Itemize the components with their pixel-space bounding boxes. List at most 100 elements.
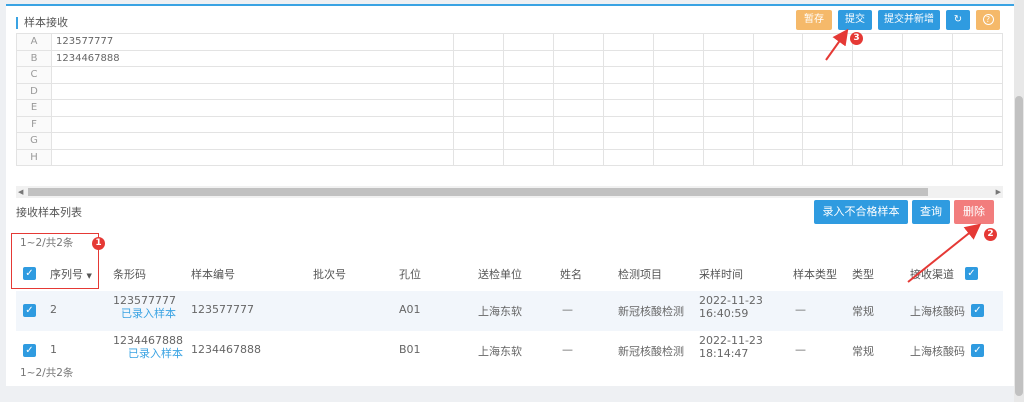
grid-cell[interactable] <box>752 82 804 100</box>
grid-cell[interactable] <box>702 148 754 166</box>
grid-cell[interactable] <box>752 66 804 84</box>
status-link[interactable]: 已录入样本 <box>113 347 183 360</box>
grid-cell[interactable]: 123577777 <box>50 33 455 51</box>
grid-cell[interactable] <box>952 82 1003 100</box>
grid-cell[interactable] <box>652 148 704 166</box>
grid-cell[interactable] <box>603 33 654 51</box>
grid-cell[interactable] <box>453 49 505 67</box>
grid-cell[interactable]: 1234467888 <box>50 49 455 67</box>
grid-cell[interactable] <box>603 148 654 166</box>
channel-checkbox[interactable]: ✓ <box>971 304 984 317</box>
grid-cell[interactable] <box>702 132 754 150</box>
grid-cell[interactable] <box>702 33 754 51</box>
refresh-button[interactable]: ↻ <box>946 10 970 30</box>
grid-cell[interactable] <box>852 82 904 100</box>
grid-row[interactable]: D <box>16 82 1003 100</box>
grid-cell[interactable] <box>553 99 604 117</box>
grid-cell[interactable] <box>50 132 455 150</box>
grid-cell[interactable] <box>503 66 555 84</box>
grid-cell[interactable] <box>902 49 954 67</box>
grid-cell[interactable] <box>50 115 455 133</box>
grid-cell[interactable] <box>553 148 604 166</box>
table-row[interactable]: ✓ 1 1234467888 已录入样本 1234467888 B01 上海东软 — 新冠核酸检… <box>16 331 1003 371</box>
grid-row[interactable]: B 1234467888 <box>16 49 1003 67</box>
unqualified-sample-button[interactable]: 录入不合格样本 <box>814 200 908 224</box>
grid-cell[interactable] <box>453 82 505 100</box>
grid-cell[interactable] <box>453 99 505 117</box>
grid-cell[interactable] <box>553 33 604 51</box>
grid-cell[interactable] <box>952 132 1003 150</box>
grid-cell[interactable] <box>503 82 555 100</box>
grid-cell[interactable] <box>503 115 555 133</box>
grid-cell[interactable] <box>802 99 854 117</box>
grid-cell[interactable] <box>902 82 954 100</box>
grid-cell[interactable] <box>603 132 654 150</box>
grid-cell[interactable] <box>652 33 704 51</box>
row-checkbox[interactable]: ✓ <box>23 344 36 357</box>
grid-cell[interactable] <box>902 132 954 150</box>
submit-and-new-button[interactable]: 提交并新增 <box>878 10 940 30</box>
grid-cell[interactable] <box>802 132 854 150</box>
grid-cell[interactable] <box>652 99 704 117</box>
grid-cell[interactable] <box>902 99 954 117</box>
status-link[interactable]: 已录入样本 <box>113 307 176 320</box>
grid-cell[interactable] <box>503 33 555 51</box>
grid-cell[interactable] <box>652 49 704 67</box>
grid-cell[interactable] <box>852 115 904 133</box>
grid-cell[interactable] <box>952 33 1003 51</box>
grid-cell[interactable] <box>952 115 1003 133</box>
grid-row[interactable]: C <box>16 66 1003 84</box>
grid-cell[interactable] <box>50 82 455 100</box>
row-checkbox[interactable]: ✓ <box>23 304 36 317</box>
sample-grid[interactable]: A 123577777 B 1234467888 C D E F G H <box>16 33 1003 166</box>
grid-cell[interactable] <box>553 132 604 150</box>
grid-cell[interactable] <box>50 66 455 84</box>
grid-cell[interactable] <box>603 66 654 84</box>
query-button[interactable]: 查询 <box>912 200 950 224</box>
grid-cell[interactable] <box>852 66 904 84</box>
grid-cell[interactable] <box>553 115 604 133</box>
grid-cell[interactable] <box>652 132 704 150</box>
grid-cell[interactable] <box>603 115 654 133</box>
grid-cell[interactable] <box>852 132 904 150</box>
grid-cell[interactable] <box>852 148 904 166</box>
grid-cell[interactable] <box>553 82 604 100</box>
grid-cell[interactable] <box>952 99 1003 117</box>
scroll-left-icon[interactable]: ◀ <box>18 186 23 198</box>
grid-cell[interactable] <box>603 49 654 67</box>
grid-cell[interactable] <box>752 115 804 133</box>
scrollbar-thumb[interactable] <box>1015 96 1023 396</box>
grid-cell[interactable] <box>453 66 505 84</box>
grid-cell[interactable] <box>603 82 654 100</box>
horizontal-scrollbar[interactable]: ◀ ▶ <box>16 186 1003 198</box>
grid-cell[interactable] <box>752 148 804 166</box>
grid-cell[interactable] <box>952 148 1003 166</box>
channel-checkbox[interactable]: ✓ <box>971 344 984 357</box>
grid-cell[interactable] <box>603 99 654 117</box>
grid-cell[interactable] <box>553 66 604 84</box>
grid-cell[interactable] <box>702 115 754 133</box>
grid-cell[interactable] <box>952 66 1003 84</box>
grid-cell[interactable] <box>50 99 455 117</box>
grid-cell[interactable] <box>902 33 954 51</box>
submit-button[interactable]: 提交 <box>838 10 872 30</box>
grid-row[interactable]: G <box>16 132 1003 150</box>
scroll-right-icon[interactable]: ▶ <box>996 186 1001 198</box>
grid-row[interactable]: E <box>16 99 1003 117</box>
help-button[interactable]: ? <box>976 10 1000 30</box>
grid-cell[interactable] <box>752 99 804 117</box>
grid-cell[interactable] <box>752 132 804 150</box>
grid-cell[interactable] <box>652 82 704 100</box>
grid-cell[interactable] <box>503 148 555 166</box>
scrollbar-thumb[interactable] <box>28 188 928 196</box>
grid-cell[interactable] <box>503 132 555 150</box>
grid-cell[interactable] <box>453 115 505 133</box>
grid-cell[interactable] <box>802 66 854 84</box>
grid-cell[interactable] <box>802 82 854 100</box>
grid-cell[interactable] <box>553 49 604 67</box>
grid-cell[interactable] <box>702 99 754 117</box>
table-row[interactable]: ✓ 2 123577777 已录入样本 123577777 A01 上海东软 — 新冠核酸检测 2… <box>16 291 1003 331</box>
grid-cell[interactable] <box>902 148 954 166</box>
grid-cell[interactable] <box>702 49 754 67</box>
vertical-scrollbar[interactable] <box>1014 0 1024 402</box>
